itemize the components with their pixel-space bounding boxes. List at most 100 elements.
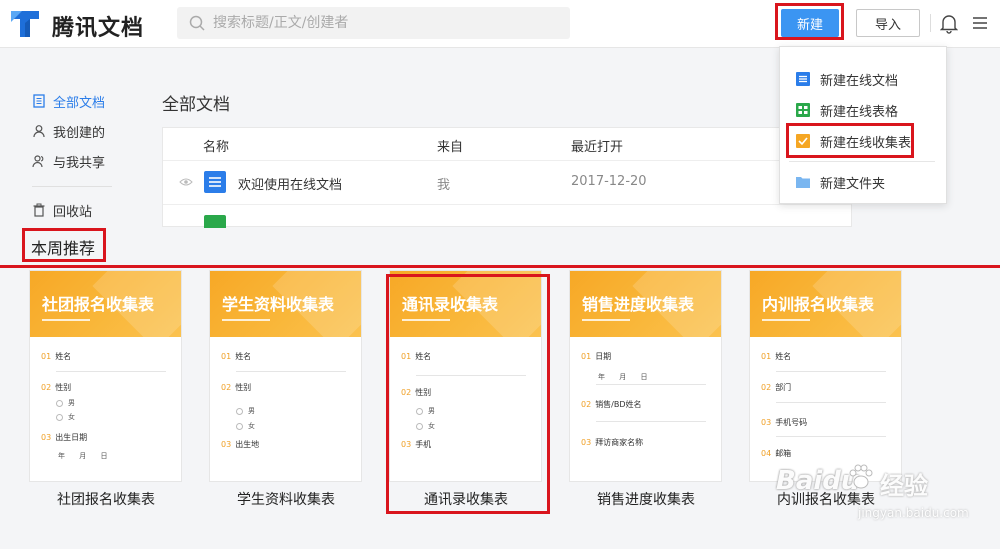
import-button[interactable]: 导入 (856, 9, 920, 37)
sidebar: 全部文档 我创建的 与我共享 回收站 (32, 86, 142, 225)
shared-users-icon (32, 155, 44, 168)
radio-option: 男 (236, 406, 255, 416)
menu-item-new-online-sheet[interactable]: 新建在线表格 (780, 95, 946, 125)
column-header-from[interactable]: 来自 (437, 136, 463, 155)
form-field: 03 手机号码 (761, 418, 808, 427)
field-line (776, 371, 886, 372)
field-line (776, 402, 886, 403)
form-field: 01 姓名 (41, 352, 72, 361)
field-line (776, 436, 886, 437)
field-line (56, 371, 166, 372)
watermark-url: jingyan.baidu.com (858, 506, 969, 520)
form-field: 02 性别 (221, 383, 252, 392)
form-field: 01 姓名 (761, 352, 792, 361)
user-icon (33, 125, 45, 138)
online-doc-icon (796, 72, 810, 86)
sidebar-item-label: 我创建的 (53, 125, 106, 141)
menu-item-label: 新建文件夹 (820, 176, 886, 192)
doc-from: 我 (437, 178, 451, 193)
card-label[interactable]: 社团报名收集表 (26, 489, 186, 509)
card-label[interactable]: 销售进度收集表 (566, 489, 726, 509)
document-list-icon (33, 94, 45, 108)
card-title-underline (582, 319, 630, 321)
card-title: 内训报名收集表 (762, 295, 875, 314)
eye-icon (179, 178, 193, 186)
online-sheet-icon (796, 103, 810, 117)
sidebar-item-label: 全部文档 (53, 95, 106, 111)
search-input[interactable] (213, 7, 563, 39)
highlight-box-collect-form (786, 123, 914, 158)
card-label[interactable]: 学生资料收集表 (206, 489, 366, 509)
table-row[interactable] (163, 204, 851, 228)
page-title: 全部文档 (162, 95, 230, 115)
card-title-underline (222, 319, 270, 321)
menu-item-label: 新建在线文档 (820, 73, 899, 89)
field-line (236, 371, 346, 372)
dropdown-divider (789, 161, 935, 162)
column-header-last-opened[interactable]: 最近打开 (571, 136, 623, 155)
template-card-training-signup[interactable]: 内训报名收集表 01 姓名 02 部门 03 手机号码 04 邮箱 (749, 270, 902, 482)
sidebar-item-all-docs[interactable]: 全部文档 (32, 86, 142, 116)
table-row[interactable]: 欢迎使用在线文档 我 2017-12-20 (163, 160, 851, 204)
card-title: 社团报名收集表 (42, 295, 155, 314)
form-field: 01 日期 (581, 352, 612, 361)
sidebar-divider (32, 186, 112, 187)
online-sheet-icon (204, 215, 226, 228)
form-field: 01 姓名 (221, 352, 252, 361)
card-title-underline (762, 319, 810, 321)
highlight-box-contacts-card (386, 274, 550, 514)
template-card-sales-progress[interactable]: 销售进度收集表 01 日期 年 月 日 02 销售/BD姓名 03 拜访商家名称 (569, 270, 722, 482)
field-line (596, 421, 706, 422)
sidebar-item-trash[interactable]: 回收站 (32, 195, 142, 225)
highlight-box-new-button (775, 3, 844, 40)
folder-icon (796, 177, 810, 188)
card-title-underline (42, 319, 90, 321)
menu-item-new-folder[interactable]: 新建文件夹 (780, 167, 946, 197)
card-header: 内训报名收集表 (750, 271, 901, 337)
form-field: 02 部门 (761, 383, 792, 392)
paw-icon (849, 464, 873, 489)
menu-item-label: 新建在线表格 (820, 104, 899, 120)
form-field: 03 拜访商家名称 (581, 438, 644, 447)
toolbar-divider (930, 14, 931, 32)
radio-option: 女 (236, 421, 255, 431)
sidebar-item-label: 与我共享 (53, 155, 106, 171)
section-title: 本周推荐 (31, 239, 96, 258)
top-bar: 腾讯文档 新建 导入 (0, 0, 1000, 48)
field-line (596, 384, 706, 385)
radio-option: 男 (56, 398, 75, 408)
watermark-text: 经验 (880, 472, 928, 500)
date-placeholder: 年 月 日 (598, 373, 654, 381)
menu-item-new-online-doc[interactable]: 新建在线文档 (780, 64, 946, 94)
bell-icon[interactable] (940, 14, 958, 34)
card-header: 学生资料收集表 (210, 271, 361, 337)
section-heading-box: 本周推荐 (22, 228, 106, 262)
form-field: 03 出生地 (221, 440, 260, 449)
sidebar-item-created-by-me[interactable]: 我创建的 (32, 116, 142, 146)
form-field: 02 销售/BD姓名 (581, 400, 642, 409)
search-icon (189, 15, 205, 31)
doc-last-opened: 2017-12-20 (571, 174, 647, 189)
app-name: 腾讯文档 (52, 16, 145, 41)
highlight-divider-line (0, 265, 1000, 268)
sidebar-item-shared-with-me[interactable]: 与我共享 (32, 146, 142, 176)
form-field: 03 出生日期 (41, 433, 88, 442)
card-title: 学生资料收集表 (222, 295, 335, 314)
radio-option: 女 (56, 412, 75, 422)
tencent-docs-logo-icon[interactable] (8, 7, 42, 41)
template-card-student-info[interactable]: 学生资料收集表 01 姓名 02 性别 男 女 03 出生地 (209, 270, 362, 482)
card-title: 销售进度收集表 (582, 295, 695, 314)
template-card-club-signup[interactable]: 社团报名收集表 01 姓名 02 性别 男 女 03 出生日期 年 月 日 (29, 270, 182, 482)
card-header: 社团报名收集表 (30, 271, 181, 337)
trash-icon (33, 203, 45, 217)
doc-name[interactable]: 欢迎使用在线文档 (238, 174, 342, 193)
date-placeholder: 年 月 日 (58, 452, 114, 460)
card-header: 销售进度收集表 (570, 271, 721, 337)
menu-icon[interactable] (972, 15, 988, 31)
form-field: 02 性别 (41, 383, 72, 392)
search-box[interactable] (177, 7, 570, 39)
online-doc-icon (204, 171, 226, 193)
column-header-name[interactable]: 名称 (203, 136, 229, 155)
sidebar-item-label: 回收站 (53, 204, 93, 220)
document-table: 名称 来自 最近打开 欢迎使用在线文档 我 2017-12-20 (162, 127, 852, 228)
